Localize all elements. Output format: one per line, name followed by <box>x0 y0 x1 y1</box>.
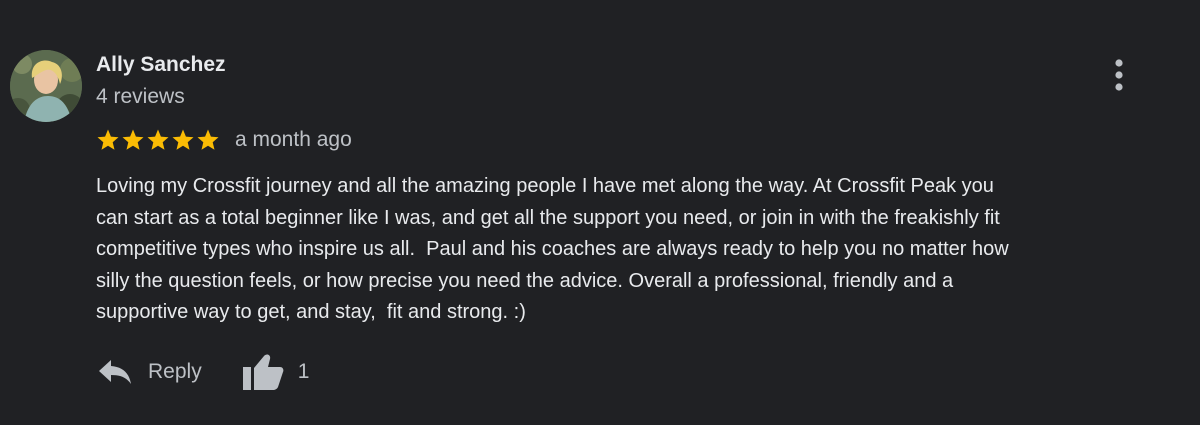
review-count[interactable]: 4 reviews <box>96 84 185 110</box>
review-actions: Reply 1 <box>98 350 309 394</box>
author-name[interactable]: Ally Sanchez <box>96 52 226 78</box>
profile-photo <box>10 50 82 122</box>
star-icon <box>147 129 169 150</box>
star-icon <box>197 129 219 150</box>
avatar[interactable] <box>10 50 82 122</box>
reply-arrow-icon <box>99 360 131 384</box>
star-icon <box>122 129 144 150</box>
like-button[interactable]: 1 <box>242 353 310 391</box>
review-card: Ally Sanchez 4 reviews a month ago Lovin… <box>0 0 1200 425</box>
review-text: Loving my Crossfit journey and all the a… <box>96 175 1009 323</box>
star-rating <box>96 128 220 152</box>
rating-row: a month ago <box>96 125 352 155</box>
reply-label: Reply <box>148 360 202 383</box>
review-date: a month ago <box>235 128 352 151</box>
reply-button[interactable]: Reply <box>98 358 202 386</box>
star-icon <box>97 129 119 150</box>
more-vert-icon <box>1115 59 1123 91</box>
more-options-button[interactable] <box>1104 56 1134 94</box>
star-icon <box>172 129 194 150</box>
like-count: 1 <box>297 360 310 383</box>
thumbs-up-icon <box>242 354 284 390</box>
